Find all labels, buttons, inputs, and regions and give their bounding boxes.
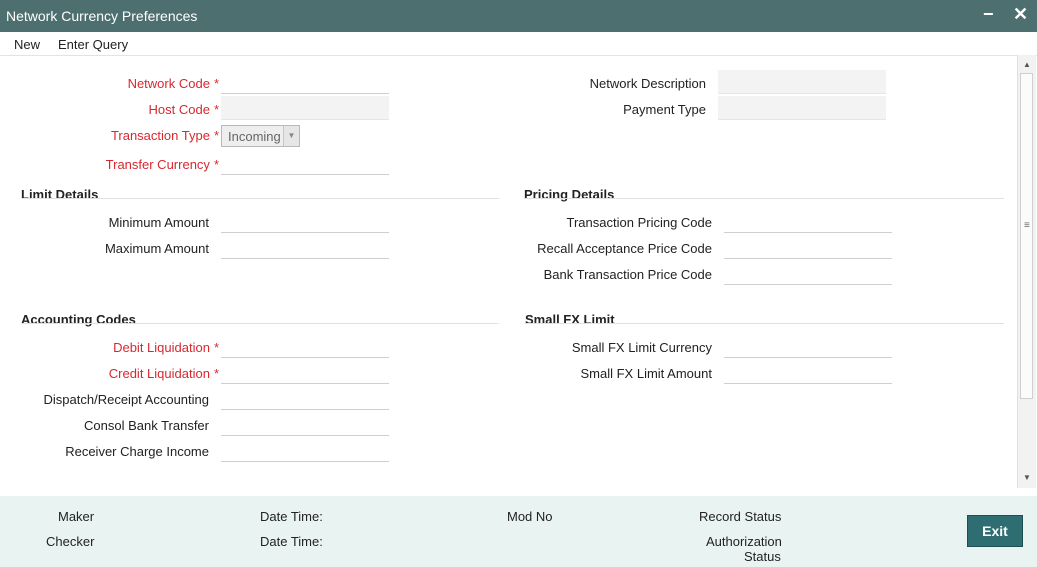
host-code-label: Host Code * [148,102,219,117]
transaction-type-label: Transaction Type * [110,128,219,143]
maximum-amount-label: Maximum Amount [104,241,209,256]
debit-liquidation-label: Debit Liquidation * [113,340,219,355]
accounting-codes-heading: Accounting Codes [21,312,136,327]
transfer-currency-field[interactable] [221,151,389,175]
small-fx-limit-heading: Small FX Limit [525,312,615,327]
small-fx-limit-amount-label: Small FX Limit Amount [580,366,713,381]
network-description-label: Network Description [589,76,706,91]
limit-details-divider [21,198,499,199]
audit-footer [0,496,1037,567]
chevron-down-icon[interactable]: ▼ [283,126,299,146]
maximum-amount-field[interactable] [221,235,389,259]
dispatch-receipt-accounting-field[interactable] [221,386,389,410]
bank-transaction-price-code-field[interactable] [724,261,892,285]
debit-liquidation-field[interactable] [221,334,389,358]
credit-liquidation-label: Credit Liquidation * [108,366,219,381]
credit-liquidation-field[interactable] [221,360,389,384]
small-fx-limit-currency-field[interactable] [724,334,892,358]
recall-acceptance-price-code-field[interactable] [724,235,892,259]
minimize-icon[interactable]: − [983,4,994,25]
consol-bank-transfer-label: Consol Bank Transfer [83,418,209,433]
transaction-pricing-code-field[interactable] [724,209,892,233]
minimum-amount-field[interactable] [221,209,389,233]
authorization-status-label-line2: Status [744,549,781,564]
maker-label: Maker [58,509,95,524]
recall-acceptance-price-code-label: Recall Acceptance Price Code [537,241,712,256]
menu-new[interactable]: New [14,37,40,52]
transaction-type-select[interactable]: Incoming ▼ [221,125,300,147]
exit-button[interactable]: Exit [967,515,1023,547]
window-title: Network Currency Preferences [6,8,198,24]
checker-date-time-label: Date Time: [260,534,323,549]
network-description-field[interactable] [718,70,886,94]
pricing-details-divider [524,198,1004,199]
menu-enter-query[interactable]: Enter Query [58,37,128,52]
authorization-status-label-line1: Authorization [706,534,782,549]
small-fx-limit-amount-field[interactable] [724,360,892,384]
window-titlebar: Network Currency Preferences − ✕ [0,0,1037,32]
small-fx-limit-divider [525,323,1004,324]
receiver-charge-income-label: Receiver Charge Income [65,444,209,459]
consol-bank-transfer-field[interactable] [221,412,389,436]
maker-date-time-label: Date Time: [260,509,323,524]
network-code-field[interactable] [221,70,389,94]
scroll-down-icon[interactable]: ▼ [1018,470,1036,486]
scrollbar-thumb[interactable]: ≡ [1020,73,1033,399]
vertical-scrollbar[interactable]: ▲ ≡ ▼ [1017,55,1036,488]
receiver-charge-income-field[interactable] [221,438,389,462]
bank-transaction-price-code-label: Bank Transaction Price Code [543,267,712,282]
payment-type-field[interactable] [718,96,886,120]
dispatch-receipt-accounting-label: Dispatch/Receipt Accounting [43,392,209,407]
grip-icon: ≡ [1024,220,1030,231]
transaction-pricing-code-label: Transaction Pricing Code [566,215,712,230]
close-icon[interactable]: ✕ [1013,4,1028,25]
checker-label: Checker [46,534,95,549]
payment-type-label: Payment Type [623,102,706,117]
limit-details-heading: Limit Details [21,187,99,202]
mod-no-label: Mod No [507,509,553,524]
network-code-label: Network Code * [127,76,219,91]
small-fx-limit-currency-label: Small FX Limit Currency [571,340,712,355]
minimum-amount-label: Minimum Amount [108,215,209,230]
scroll-up-icon[interactable]: ▲ [1018,57,1036,73]
accounting-codes-divider [21,323,499,324]
pricing-details-heading: Pricing Details [524,187,615,202]
menu-bar: New Enter Query [0,32,1037,56]
transaction-type-value: Incoming [228,129,281,144]
record-status-label: Record Status [699,509,782,524]
host-code-field[interactable] [221,96,389,120]
transfer-currency-label: Transfer Currency * [105,157,219,172]
